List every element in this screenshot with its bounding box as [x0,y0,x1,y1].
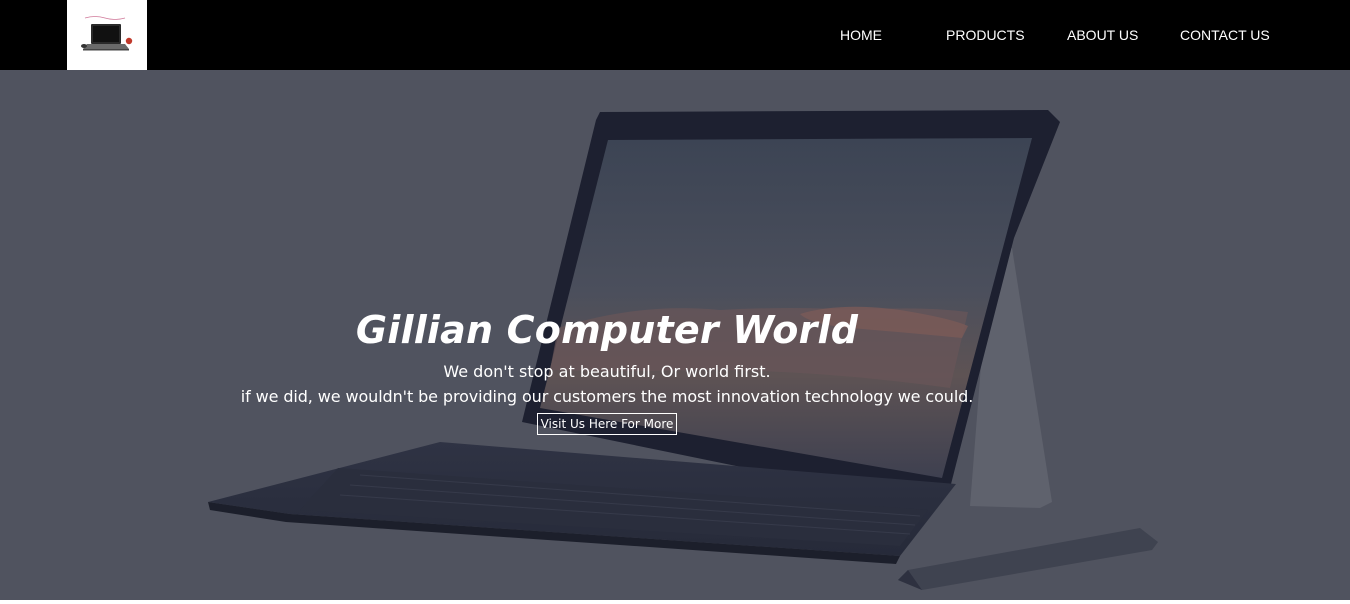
top-navbar: HOME PRODUCTS ABOUT US CONTACT US [0,0,1350,70]
hero-tagline-1: We don't stop at beautiful, Or world fir… [443,362,771,381]
hero-title: Gillian Computer World [355,308,859,352]
nav-home-link[interactable]: HOME [840,25,882,45]
laptop-logo-icon [67,0,147,70]
nav-products-link[interactable]: PRODUCTS [946,25,1025,45]
hero-tagline-2: if we did, we wouldn't be providing our … [240,387,974,406]
logo[interactable] [67,0,147,70]
visit-us-button[interactable]: Visit Us Here For More [537,413,677,435]
page-bottom-strip [0,600,1350,604]
nav-about-link[interactable]: ABOUT US [1067,25,1138,45]
nav-contact-link[interactable]: CONTACT US [1180,25,1270,45]
hero-section: Gillian Computer World We don't stop at … [0,70,1350,600]
